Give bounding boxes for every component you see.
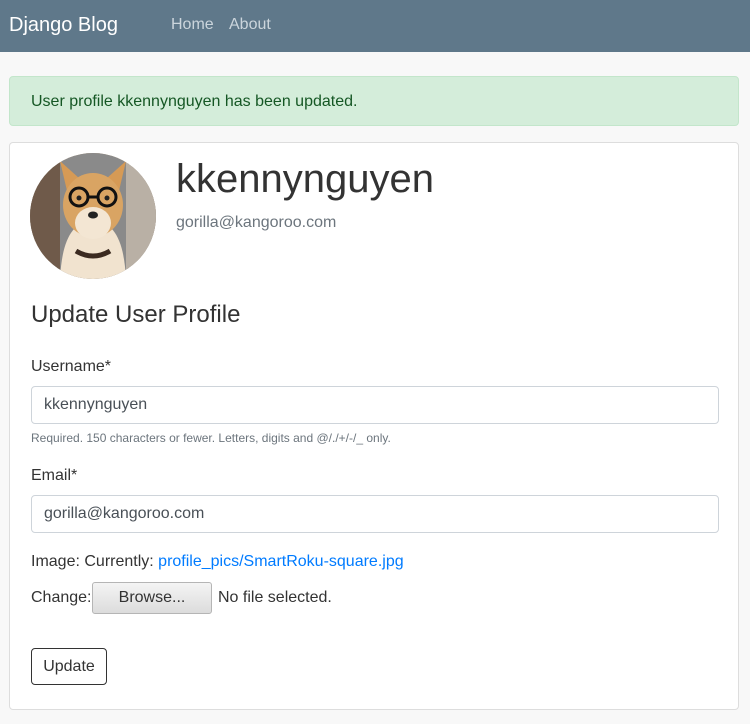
profile-username: kkennynguyen xyxy=(176,157,434,201)
update-button[interactable]: Update xyxy=(31,648,107,685)
brand-link[interactable]: Django Blog xyxy=(9,12,118,38)
nav-home-link[interactable]: Home xyxy=(171,15,214,35)
image-label: Image: Currently: xyxy=(31,553,154,570)
top-navbar: Django Blog Home About xyxy=(0,0,750,52)
current-image-link[interactable]: profile_pics/SmartRoku-square.jpg xyxy=(158,553,403,570)
file-status: No file selected. xyxy=(218,589,332,606)
avatar-photo-icon xyxy=(30,153,156,279)
change-label: Change: xyxy=(31,589,92,606)
username-help-text: Required. 150 characters or fewer. Lette… xyxy=(31,431,391,445)
form-title: Update User Profile xyxy=(31,301,241,328)
email-input[interactable] xyxy=(31,495,719,533)
email-label: Email* xyxy=(31,467,78,484)
profile-email: gorilla@kangoroo.com xyxy=(176,214,337,231)
browse-button[interactable]: Browse... xyxy=(92,582,212,614)
nav-about-link[interactable]: About xyxy=(229,15,271,35)
profile-card: kkennynguyen gorilla@kangoroo.com Update… xyxy=(9,142,739,710)
avatar xyxy=(30,153,156,279)
username-label: Username* xyxy=(31,358,112,375)
success-alert: User profile kkennynguyen has been updat… xyxy=(9,76,739,126)
image-current-row: Image: Currently: profile_pics/SmartRoku… xyxy=(31,552,404,572)
username-input[interactable] xyxy=(31,386,719,424)
